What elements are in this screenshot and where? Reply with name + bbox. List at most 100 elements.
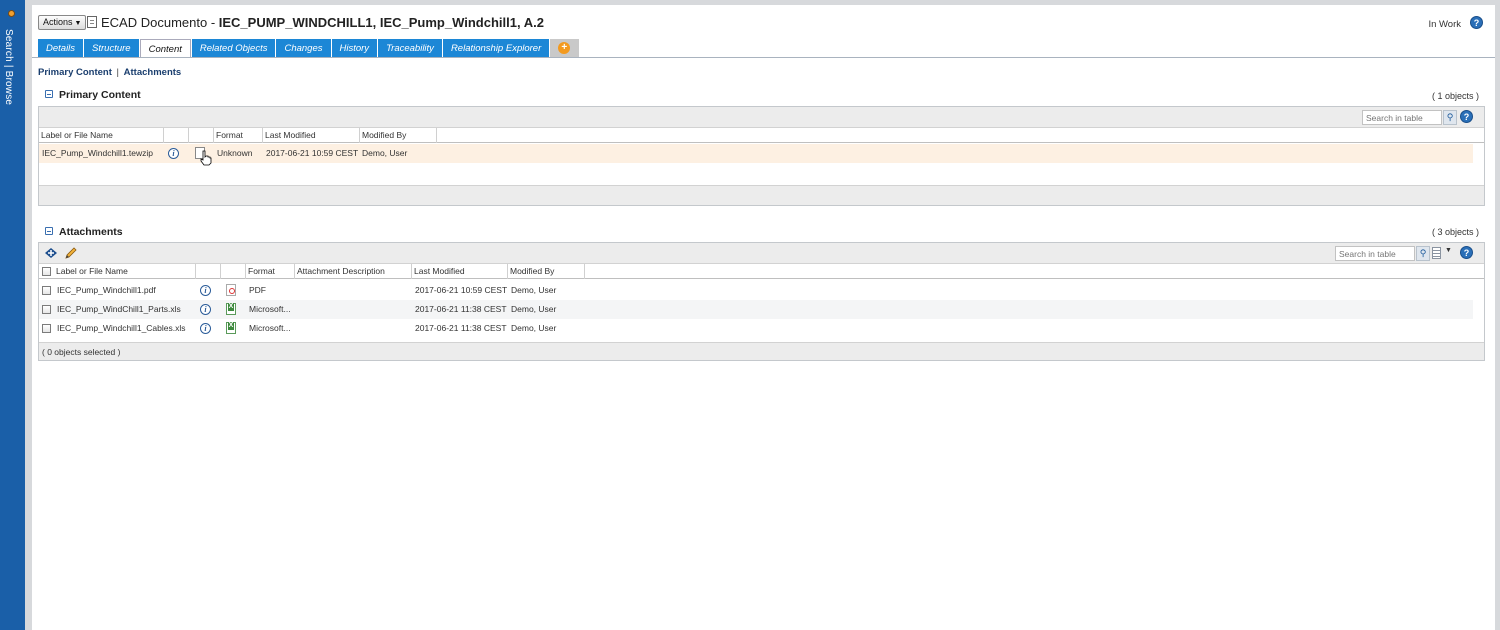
file-name-link[interactable]: IEC_Pump_Windchill1_Cables.xls bbox=[57, 319, 186, 338]
page-title-object: IEC_PUMP_WINDCHILL1, IEC_Pump_Windchill1… bbox=[218, 15, 544, 30]
primary-content-title: Primary Content bbox=[59, 89, 141, 101]
search-browse-toggle[interactable]: Search | Browse bbox=[3, 29, 14, 105]
primary-column-header: Label or File Name Format Last Modified … bbox=[39, 128, 1484, 143]
attachments-header: Attachments bbox=[45, 226, 123, 238]
col-label-or-file-name[interactable]: Label or File Name bbox=[39, 128, 164, 143]
page-title-prefix: ECAD Documento - bbox=[101, 15, 219, 30]
collapse-icon[interactable] bbox=[45, 90, 53, 99]
col-info[interactable] bbox=[196, 264, 221, 279]
row-checkbox[interactable] bbox=[42, 324, 51, 333]
primary-content-table: ⚲ ? Label or File Name Format Last Modif… bbox=[38, 106, 1485, 206]
attachments-toolbar: ⚲ ▼ ? bbox=[39, 243, 1484, 264]
document-icon bbox=[87, 16, 97, 28]
left-navigator[interactable]: Search | Browse bbox=[0, 0, 25, 630]
col-icon[interactable] bbox=[221, 264, 246, 279]
format-value: PDF bbox=[249, 285, 266, 295]
right-border bbox=[1495, 0, 1500, 630]
row-checkbox[interactable] bbox=[42, 305, 51, 314]
select-all-checkbox[interactable] bbox=[42, 267, 51, 276]
last-modified-value: 2017-06-21 10:59 CEST bbox=[266, 148, 359, 158]
info-icon[interactable]: i bbox=[200, 304, 211, 315]
attachments-title: Attachments bbox=[59, 226, 123, 238]
tab-related-objects[interactable]: Related Objects bbox=[191, 39, 276, 58]
view-options-icon[interactable] bbox=[1432, 247, 1441, 259]
table-help-icon[interactable]: ? bbox=[1460, 246, 1473, 259]
row-checkbox[interactable] bbox=[42, 286, 51, 295]
col-modified-by[interactable]: Modified By bbox=[508, 264, 585, 279]
col-label-or-file-name[interactable]: Label or File Name bbox=[54, 264, 196, 279]
col-modified-by[interactable]: Modified By bbox=[360, 128, 437, 143]
primary-content-toolbar: ⚲ ? bbox=[39, 107, 1484, 128]
primary-content-link[interactable]: Primary Content bbox=[38, 67, 112, 78]
primary-content-header: Primary Content bbox=[45, 89, 141, 101]
search-icon[interactable]: ⚲ bbox=[1443, 110, 1457, 125]
file-name-link[interactable]: IEC_Pump_Windchill1.pdf bbox=[57, 281, 156, 300]
pin-icon[interactable] bbox=[8, 10, 15, 17]
modified-by-link[interactable]: Demo, User bbox=[511, 281, 556, 300]
tab-details[interactable]: Details bbox=[38, 39, 84, 58]
attachments-table: ⚲ ▼ ? Label or File Name Format Attachme… bbox=[38, 242, 1485, 361]
attachments-count: ( 3 objects ) bbox=[1431, 227, 1479, 237]
help-icon[interactable]: ? bbox=[1470, 16, 1483, 29]
content-sub-navigation: Primary Content | Attachments bbox=[38, 67, 181, 78]
attachments-link[interactable]: Attachments bbox=[124, 67, 182, 78]
file-name-link[interactable]: IEC_Pump_WindChill1_Parts.xls bbox=[57, 300, 181, 319]
tab-changes[interactable]: Changes bbox=[276, 39, 331, 58]
selection-status: ( 0 objects selected ) bbox=[42, 347, 121, 357]
format-value: Unknown bbox=[217, 148, 253, 158]
col-info[interactable] bbox=[164, 128, 189, 143]
modified-by-link[interactable]: Demo, User bbox=[511, 300, 556, 319]
actions-label: Actions bbox=[43, 17, 73, 27]
table-help-icon[interactable]: ? bbox=[1460, 110, 1473, 123]
tab-history[interactable]: History bbox=[331, 39, 378, 58]
add-tab-icon: + bbox=[558, 42, 571, 54]
info-icon[interactable]: i bbox=[200, 285, 211, 296]
lifecycle-state: In Work bbox=[1428, 19, 1461, 30]
pdf-file-icon[interactable] bbox=[226, 284, 236, 296]
col-last-modified[interactable]: Last Modified bbox=[412, 264, 508, 279]
collapse-icon[interactable] bbox=[45, 227, 53, 236]
actions-menu-button[interactable]: Actions ▼ bbox=[38, 15, 87, 30]
excel-file-icon[interactable] bbox=[226, 303, 236, 315]
table-row[interactable]: IEC_Pump_Windchill1.tewzip i Unknown 201… bbox=[39, 144, 1473, 166]
attachments-table-footer: ( 0 objects selected ) bbox=[39, 342, 1484, 360]
sub-links-separator: | bbox=[116, 67, 120, 78]
col-format[interactable]: Format bbox=[246, 264, 295, 279]
tab-relationship-explorer[interactable]: Relationship Explorer bbox=[442, 39, 550, 58]
edit-pencil-icon[interactable] bbox=[64, 246, 78, 260]
excel-file-icon[interactable] bbox=[226, 322, 236, 334]
add-tab-button[interactable]: + bbox=[550, 39, 580, 58]
tab-structure[interactable]: Structure bbox=[84, 39, 139, 58]
tab-traceability[interactable]: Traceability bbox=[378, 39, 442, 58]
file-name-link[interactable]: IEC_Pump_Windchill1.tewzip bbox=[42, 144, 153, 163]
tabs-divider bbox=[32, 57, 1495, 58]
primary-table-footer bbox=[39, 185, 1484, 205]
caret-down-icon: ▼ bbox=[74, 20, 82, 27]
table-row[interactable]: IEC_Pump_WindChill1_Parts.xls i Microsof… bbox=[39, 300, 1473, 319]
col-last-modified[interactable]: Last Modified bbox=[263, 128, 360, 143]
last-modified-value: 2017-06-21 11:38 CEST bbox=[415, 304, 507, 314]
navigator-splitter[interactable] bbox=[25, 0, 32, 630]
attachments-search-input[interactable] bbox=[1335, 246, 1415, 261]
page-title: ECAD Documento - IEC_PUMP_WINDCHILL1, IE… bbox=[101, 15, 544, 30]
table-row[interactable]: IEC_Pump_Windchill1.pdf i PDF 2017-06-21… bbox=[39, 281, 1473, 300]
table-row[interactable]: IEC_Pump_Windchill1_Cables.xls i Microso… bbox=[39, 319, 1473, 338]
chevron-down-icon[interactable]: ▼ bbox=[1445, 247, 1452, 254]
info-icon[interactable]: i bbox=[200, 323, 211, 334]
last-modified-value: 2017-06-21 11:38 CEST bbox=[415, 323, 507, 333]
col-format[interactable]: Format bbox=[214, 128, 263, 143]
search-icon[interactable]: ⚲ bbox=[1416, 246, 1430, 261]
info-icon[interactable]: i bbox=[168, 148, 179, 159]
col-icon[interactable] bbox=[189, 128, 214, 143]
main-content: Actions ▼ ECAD Documento - IEC_PUMP_WINDC… bbox=[32, 5, 1495, 630]
tab-content[interactable]: Content bbox=[139, 39, 191, 58]
hand-cursor-icon bbox=[200, 150, 212, 166]
col-attachment-description[interactable]: Attachment Description bbox=[295, 264, 412, 279]
modified-by-link[interactable]: Demo, User bbox=[511, 319, 556, 338]
format-value: Microsoft... bbox=[249, 304, 291, 314]
modified-by-link[interactable]: Demo, User bbox=[362, 144, 407, 163]
attachments-column-header: Label or File Name Format Attachment Des… bbox=[39, 264, 1484, 279]
add-attachment-icon[interactable] bbox=[44, 247, 58, 260]
last-modified-value: 2017-06-21 10:59 CEST bbox=[415, 285, 508, 295]
primary-search-input[interactable] bbox=[1362, 110, 1442, 125]
